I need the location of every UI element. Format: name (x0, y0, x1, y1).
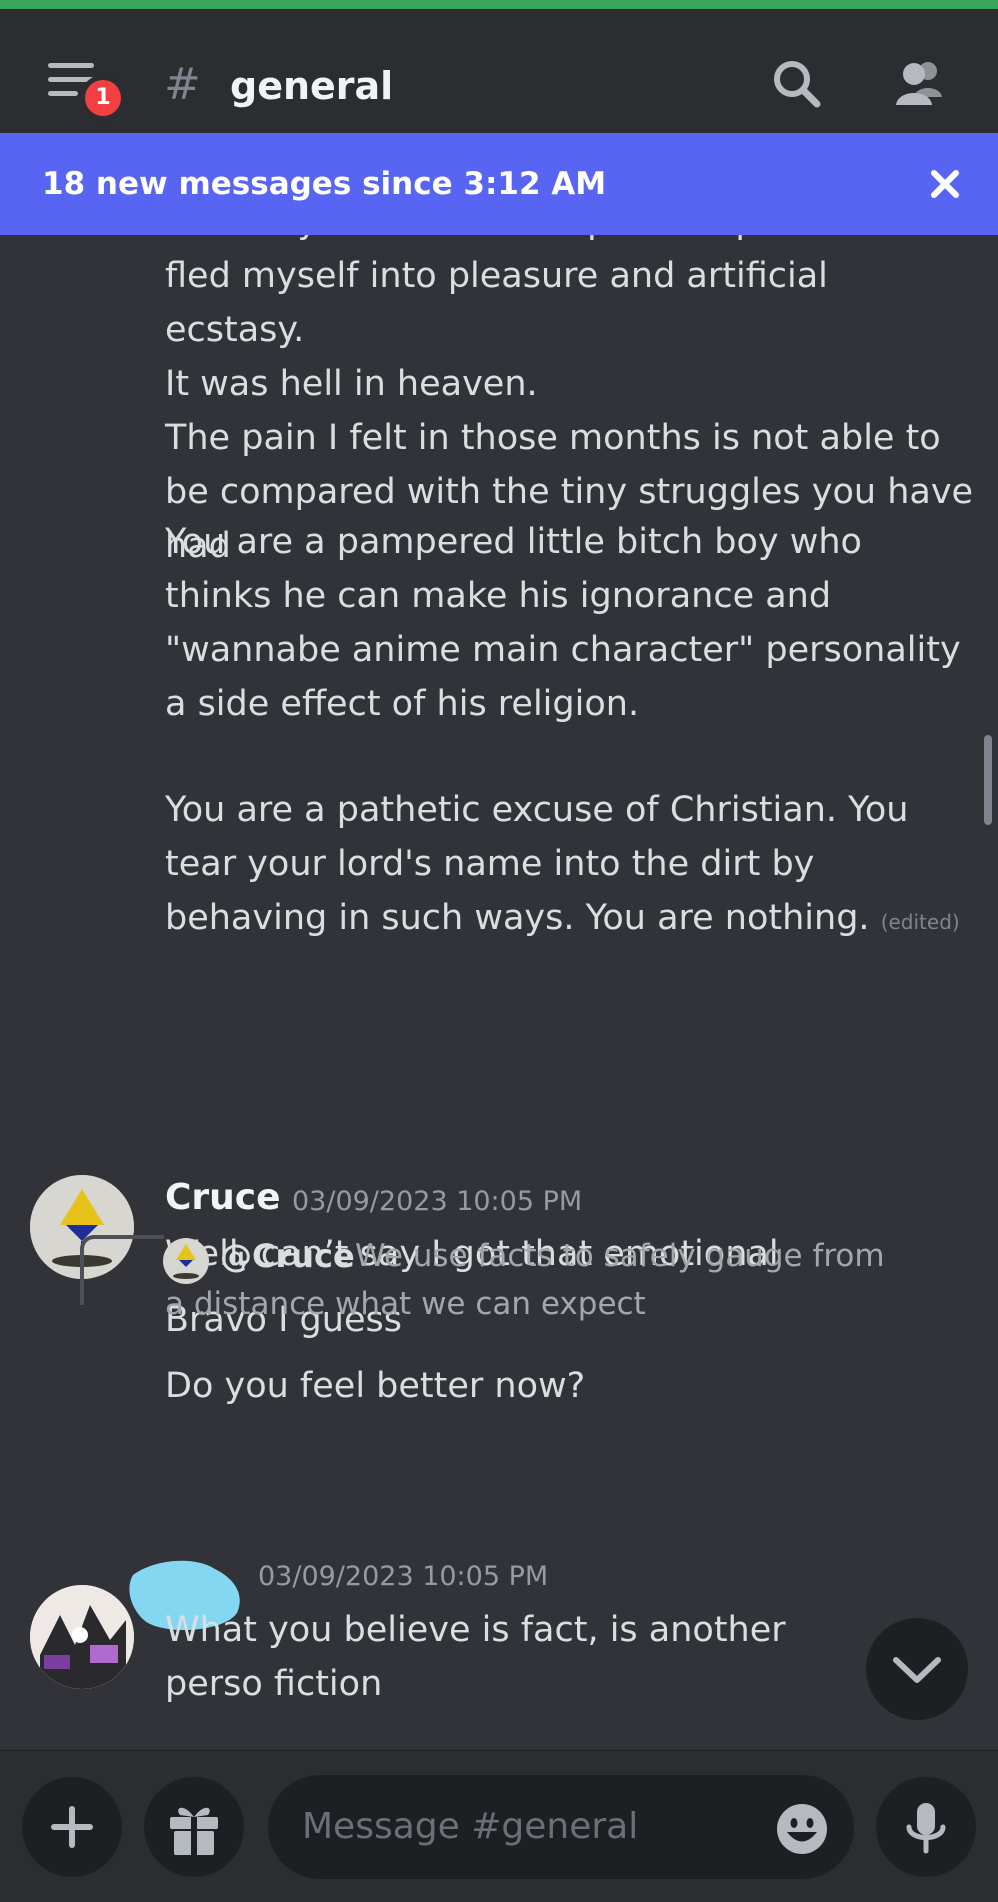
new-messages-text: 18 new messages since 3:12 AM (42, 166, 607, 202)
search-icon (774, 61, 821, 108)
close-icon (931, 170, 959, 198)
banner-close-button[interactable] (918, 157, 972, 211)
edited-label: (edited) (880, 910, 960, 934)
message-text: You are a pampered little bitch boy who … (165, 522, 961, 724)
message-text: You are a pathetic excuse of Christian. … (165, 783, 975, 949)
emoji-button[interactable] (774, 1801, 830, 1857)
reply-preview-text[interactable]: We use facts to safely gauge from a dist… (165, 1232, 905, 1328)
message-list[interactable]: mentally. It fucked me up to the point w… (0, 235, 998, 1750)
avatar-user-image (30, 1585, 134, 1689)
username[interactable]: Cruce (165, 1173, 281, 1223)
chevron-down-icon (893, 1657, 941, 1683)
message-text-partial: mentally. It fucked me up to the point w… (165, 235, 975, 249)
channel-hash-icon: # (164, 59, 201, 110)
gift-icon (170, 1807, 218, 1855)
status-strip (0, 0, 998, 9)
channel-title: general (230, 64, 394, 108)
microphone-icon (906, 1803, 946, 1854)
members-button[interactable] (884, 51, 954, 121)
emoji-icon (777, 1804, 827, 1854)
scrollbar[interactable] (984, 735, 992, 825)
message-text: What you believe is fact, is another per… (165, 1610, 786, 1704)
search-button[interactable] (762, 51, 832, 121)
gift-button[interactable] (144, 1777, 244, 1877)
avatar[interactable] (30, 1585, 134, 1689)
composer-bar: Message #general (0, 1750, 998, 1902)
unread-badge: 1 (80, 75, 126, 121)
reply-connector (80, 1235, 164, 1305)
jump-to-bottom-button[interactable] (866, 1618, 968, 1720)
message-timestamp: 03/09/2023 10:05 PM (292, 1186, 583, 1217)
message-timestamp: 03/09/2023 10:05 PM (258, 1561, 549, 1592)
message-text: Do you feel better now? (165, 1366, 586, 1406)
message-input-placeholder: Message #general (302, 1806, 639, 1847)
channel-header: 1 # general (0, 9, 998, 133)
new-messages-banner[interactable]: 18 new messages since 3:12 AM (0, 133, 998, 235)
plus-icon (51, 1806, 93, 1848)
members-icon (896, 62, 942, 105)
message-input[interactable]: Message #general (268, 1775, 854, 1879)
add-attachment-button[interactable] (22, 1777, 122, 1877)
message-text-content: You are a pathetic excuse of Christian. … (165, 790, 909, 938)
voice-message-button[interactable] (876, 1777, 976, 1877)
